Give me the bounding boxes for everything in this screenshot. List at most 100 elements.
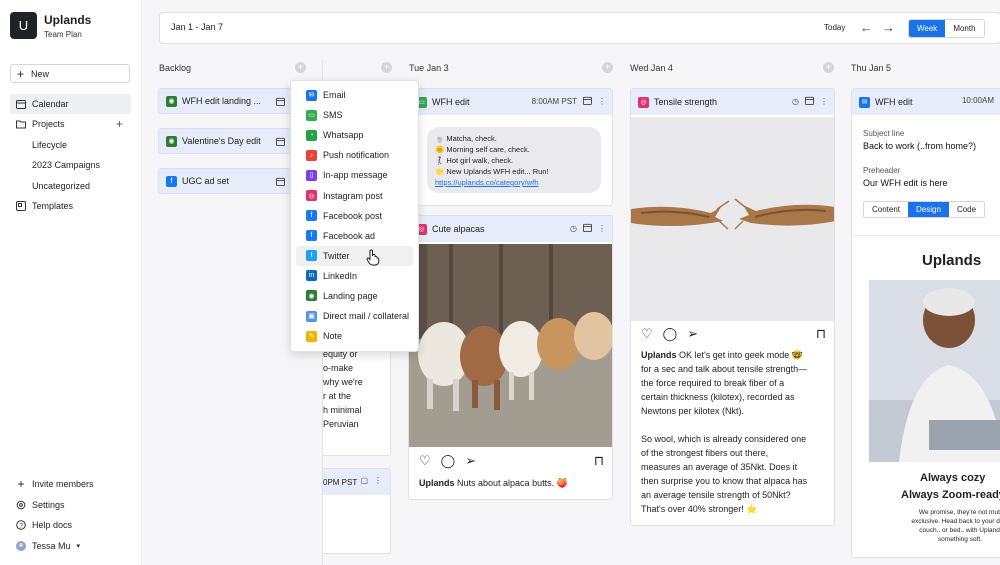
menu-item-push-notification[interactable]: ♪ Push notification xyxy=(296,145,413,165)
invite-members-button[interactable]: + Invite members xyxy=(10,474,131,494)
add-backlog-icon[interactable]: + xyxy=(295,62,306,73)
calendar-icon[interactable] xyxy=(583,223,592,234)
menu-item-twitter[interactable]: t Twitter xyxy=(296,245,413,266)
menu-item-label: Twitter xyxy=(323,250,350,261)
workspace-logo[interactable]: U xyxy=(10,12,37,39)
sidebar-item-label: Lifecycle xyxy=(32,140,68,150)
sms-card-title: WFH edit xyxy=(432,97,470,107)
more-icon[interactable]: ⋮ xyxy=(820,97,828,106)
more-icon[interactable]: ⋮ xyxy=(374,476,382,485)
arrow-left-icon[interactable]: ← xyxy=(860,20,873,35)
chevron-down-icon: ▾ xyxy=(76,543,81,550)
email-icon: ✉ xyxy=(306,89,317,101)
view-month-button[interactable]: Month xyxy=(945,20,983,37)
email-card-title: WFH edit xyxy=(875,97,913,107)
more-icon[interactable]: ⋮ xyxy=(598,224,606,233)
add-wed-icon[interactable]: + xyxy=(823,62,834,73)
post-card[interactable]: 0PM PST ▢ ⋮ xyxy=(323,468,391,554)
menu-item-direct-mail[interactable]: ▣ Direct mail / collateral xyxy=(296,306,413,326)
add-project-icon[interactable]: + xyxy=(116,117,123,131)
sidebar-item-2023-campaigns[interactable]: 2023 Campaigns xyxy=(10,155,131,175)
menu-item-label: Note xyxy=(323,331,343,342)
calendar-main: Jan 1 - Jan 7 Today ← → Week Month Backl… xyxy=(143,0,1000,565)
instagram-card[interactable]: ◎ Cute alpacas ◷ ⋮ ♡ ◯ ➢ ⊓ Uplands Nuts … xyxy=(408,215,613,500)
share-icon[interactable]: ➢ xyxy=(687,326,698,342)
tab-design[interactable]: Design xyxy=(908,202,949,217)
new-button-label: New xyxy=(31,68,50,79)
tab-content[interactable]: Content xyxy=(864,202,908,217)
calendar-icon[interactable] xyxy=(276,97,285,108)
sms-card[interactable]: ▭ WFH edit 8:00AM PST ⋮ 🍵 Matcha, check.… xyxy=(408,88,613,206)
sidebar-item-uncategorized[interactable]: Uncategorized xyxy=(10,176,131,196)
menu-item-landing-page[interactable]: ◉ Landing page xyxy=(296,286,413,306)
tab-code[interactable]: Code xyxy=(949,202,984,217)
sms-bubble: 🍵 Matcha, check. 🌞 Morning self care, ch… xyxy=(427,127,601,193)
backlog-item-title: UGC ad set xyxy=(182,176,230,186)
menu-item-instagram-post[interactable]: ◎ Instagram post xyxy=(296,185,413,205)
more-icon[interactable]: ⋮ xyxy=(598,97,606,106)
note-icon: ✎ xyxy=(306,330,317,342)
add-mon-icon[interactable]: + xyxy=(381,62,392,73)
menu-item-linkedin[interactable]: in LinkedIn xyxy=(296,266,413,286)
post-actions: ♡ ◯ ➢ ⊓ xyxy=(409,448,612,474)
calendar-icon[interactable]: ▢ xyxy=(360,476,368,485)
sms-link[interactable]: https://uplands.co/category/wfh xyxy=(435,178,538,187)
hand-cursor-icon xyxy=(366,249,380,269)
calendar-icon[interactable] xyxy=(583,96,592,107)
whatsapp-icon: ◔ xyxy=(306,129,317,141)
comment-icon[interactable]: ◯ xyxy=(663,326,678,342)
sidebar-item-projects[interactable]: Projects + xyxy=(10,114,131,134)
menu-item-whatsapp[interactable]: ◔ Whatsapp xyxy=(296,125,413,145)
instagram-card-header: ◎ Cute alpacas ◷ ⋮ xyxy=(409,216,612,242)
calendar-icon[interactable] xyxy=(276,177,285,188)
new-button[interactable]: + New xyxy=(10,64,130,83)
bookmark-icon[interactable]: ⊓ xyxy=(594,453,604,469)
backlog-item-title: Valentine's Day edit xyxy=(182,136,261,146)
heart-icon[interactable]: ♡ xyxy=(641,326,653,342)
sidebar-item-calendar[interactable]: Calendar xyxy=(10,94,131,114)
menu-item-in-app-message[interactable]: ▯ In-app message xyxy=(296,165,413,185)
menu-item-label: Email xyxy=(323,90,346,101)
arrow-right-icon[interactable]: → xyxy=(882,20,895,35)
sidebar-item-templates[interactable]: Templates xyxy=(10,196,131,216)
backlog-item[interactable]: ◉ Valentine's Day edit xyxy=(158,128,293,154)
instagram-card[interactable]: ◎ Tensile strength ◷ ⋮ ♡ ◯ ➢ ⊓ Uplands O… xyxy=(630,88,835,526)
direct-mail-icon: ▣ xyxy=(306,310,317,322)
bookmark-icon[interactable]: ⊓ xyxy=(816,326,826,342)
calendar-icon[interactable] xyxy=(276,137,285,148)
clock-icon[interactable]: ◷ xyxy=(570,224,577,233)
sidebar-item-label: Projects xyxy=(32,119,65,129)
date-range[interactable]: Jan 1 - Jan 7 xyxy=(171,22,223,32)
calendar-icon[interactable] xyxy=(805,96,814,107)
help-docs-button[interactable]: ? Help docs xyxy=(10,515,131,535)
view-week-button[interactable]: Week xyxy=(909,20,946,37)
menu-item-note[interactable]: ✎ Note xyxy=(296,326,413,346)
email-view-tabs: Content Design Code xyxy=(863,201,986,218)
instagram-card-header: ◎ Tensile strength ◷ ⋮ xyxy=(631,89,834,115)
backlog-item[interactable]: f UGC ad set xyxy=(158,168,293,194)
email-card[interactable]: ✉ WFH edit 10:00AM Subject line Back to … xyxy=(851,88,1000,558)
sidebar-item-label: Calendar xyxy=(32,99,69,109)
backlog-item[interactable]: ◉ WFH edit landing ... xyxy=(158,88,293,114)
user-menu[interactable]: Tessa Mu ▾ xyxy=(10,536,131,556)
heart-icon[interactable]: ♡ xyxy=(419,453,431,469)
share-icon[interactable]: ➢ xyxy=(465,453,476,469)
email-card-header: ✉ WFH edit 10:00AM xyxy=(852,89,1000,115)
instagram-icon: ◎ xyxy=(638,96,649,108)
settings-button[interactable]: Settings xyxy=(10,495,131,515)
menu-item-facebook-ad[interactable]: f Facebook ad xyxy=(296,226,413,246)
landing-page-icon: ◉ xyxy=(166,135,177,147)
facebook-icon: f xyxy=(306,230,317,242)
comment-icon[interactable]: ◯ xyxy=(441,453,456,469)
today-button[interactable]: Today xyxy=(824,23,845,32)
add-tue-icon[interactable]: + xyxy=(602,62,613,73)
email-icon: ✉ xyxy=(859,96,870,108)
post-time: 10:00AM xyxy=(961,96,994,105)
workspace-name[interactable]: Uplands xyxy=(44,13,91,27)
clock-icon[interactable]: ◷ xyxy=(792,97,799,106)
menu-item-sms[interactable]: ▭ SMS xyxy=(296,105,413,125)
view-toggle: Week Month xyxy=(908,19,985,38)
sidebar-item-lifecycle[interactable]: Lifecycle xyxy=(10,135,131,155)
menu-item-email[interactable]: ✉ Email xyxy=(296,85,413,105)
menu-item-facebook-post[interactable]: f Facebook post xyxy=(296,206,413,226)
